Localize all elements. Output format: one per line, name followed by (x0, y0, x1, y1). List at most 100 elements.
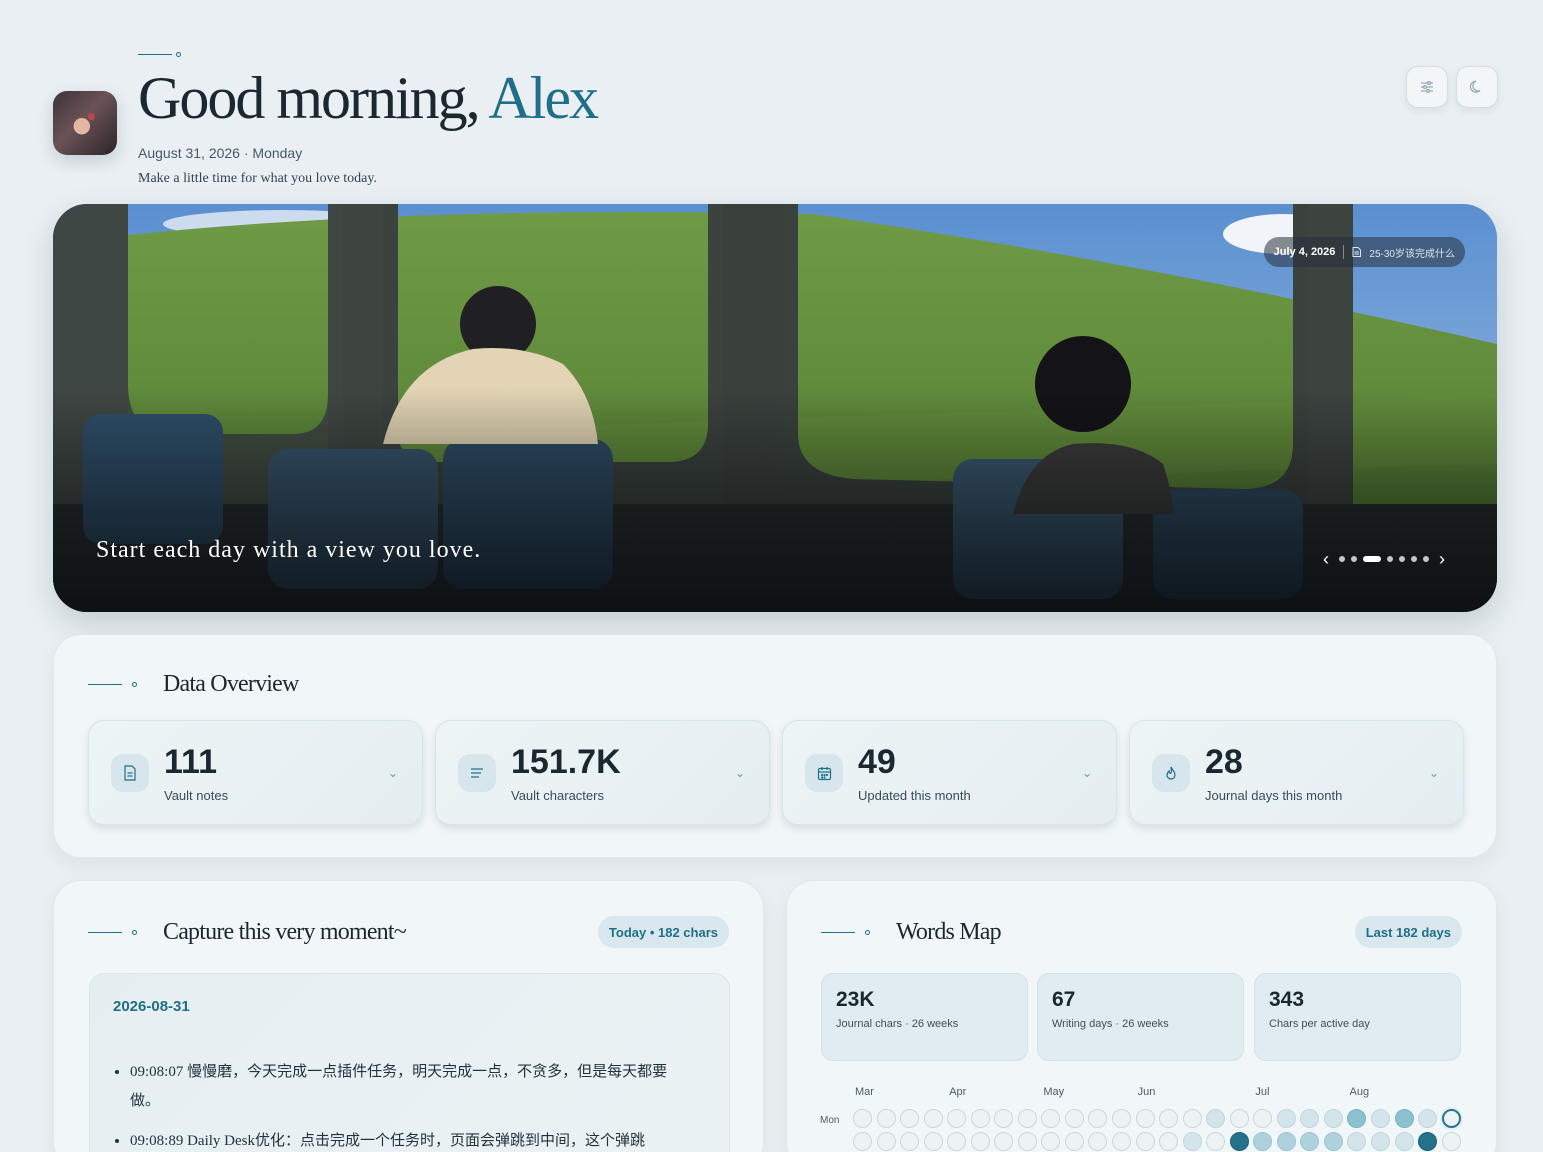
heatmap-cell[interactable] (1323, 1109, 1343, 1128)
settings-button[interactable] (1406, 66, 1448, 108)
greeting-prefix: Good morning, (138, 65, 481, 131)
stat-value: 28 (1205, 743, 1243, 781)
heading-line (821, 932, 855, 933)
words-stat-chars-per-day: 343 Chars per active day (1254, 973, 1461, 1061)
journal-entry-card[interactable]: 2026-08-31 09:08:07 慢慢磨，今天完成一点插件任务，明天完成一… (89, 973, 730, 1152)
slide-dot-active[interactable] (1363, 556, 1381, 562)
heatmap-cell[interactable] (1229, 1109, 1249, 1128)
current-date: August 31, 2026 · Monday (138, 145, 303, 161)
heatmap-cell-today[interactable] (1441, 1109, 1461, 1128)
stat-card-updated-this-month[interactable]: 49 Updated this month ⌄ (782, 720, 1117, 825)
slide-dot[interactable] (1387, 556, 1393, 562)
heatmap-cell[interactable] (876, 1132, 896, 1151)
heatmap-cell[interactable] (1441, 1132, 1461, 1151)
heatmap-cell[interactable] (1182, 1132, 1202, 1151)
text-lines-icon (471, 768, 483, 778)
chevron-down-icon[interactable]: ⌄ (735, 766, 745, 780)
chevron-down-icon[interactable]: ⌄ (388, 766, 398, 780)
stat-label: Updated this month (858, 788, 971, 803)
heatmap-cell[interactable] (1135, 1132, 1155, 1151)
hero-note-chip[interactable]: July 4, 2026 25-30岁该完成什么 (1263, 237, 1465, 267)
heatmap-cell[interactable] (1159, 1132, 1179, 1151)
heatmap-cell[interactable] (876, 1109, 896, 1128)
stat-card-journal-days[interactable]: 28 Journal days this month ⌄ (1129, 720, 1464, 825)
heatmap-month-label: Jun (1137, 1086, 1156, 1098)
chevron-down-icon[interactable]: ⌄ (1429, 766, 1439, 780)
hero-chip-date: July 4, 2026 (1273, 246, 1336, 258)
heatmap-cell[interactable] (947, 1109, 967, 1128)
slide-dot[interactable] (1339, 556, 1345, 562)
heatmap-cell[interactable] (1418, 1132, 1438, 1151)
slide-dot[interactable] (1399, 556, 1405, 562)
heatmap-cell[interactable] (1394, 1132, 1414, 1151)
heatmap-cell[interactable] (1112, 1109, 1132, 1128)
heatmap-cell[interactable] (1300, 1109, 1320, 1128)
previous-slide-button[interactable]: ‹ (1319, 550, 1333, 568)
heatmap-cell[interactable] (994, 1109, 1014, 1128)
stat-icon-wrap (1152, 754, 1190, 792)
avatar[interactable] (53, 91, 117, 155)
slide-dot[interactable] (1423, 556, 1429, 562)
flame-icon (1166, 766, 1176, 780)
heatmap-cell[interactable] (923, 1109, 943, 1128)
heatmap-cell[interactable] (923, 1132, 943, 1151)
slide-dot[interactable] (1351, 556, 1357, 562)
heatmap-cell[interactable] (994, 1132, 1014, 1151)
stat-card-vault-characters[interactable]: 151.7K Vault characters ⌄ (435, 720, 770, 825)
heatmap-cell[interactable] (1371, 1109, 1391, 1128)
journal-entry-date: 2026-08-31 (113, 998, 190, 1015)
heatmap-cell[interactable] (1276, 1109, 1296, 1128)
theme-toggle-button[interactable] (1456, 66, 1498, 108)
heatmap-cell[interactable] (1041, 1109, 1061, 1128)
heatmap-cell[interactable] (947, 1132, 967, 1151)
heatmap-grid (853, 1109, 1461, 1151)
heatmap-cell[interactable] (1347, 1132, 1367, 1151)
heatmap-cell[interactable] (1276, 1132, 1296, 1151)
heatmap-cell[interactable] (1347, 1109, 1367, 1128)
heatmap-cell[interactable] (1017, 1132, 1037, 1151)
words-heatmap: Mar Apr May Jun Jul Aug Mon (820, 1086, 1470, 1152)
heatmap-cell[interactable] (1418, 1109, 1438, 1128)
capture-title: Capture this very moment~ (163, 919, 407, 945)
header-decoration (138, 52, 181, 57)
heatmap-cell[interactable] (1229, 1132, 1249, 1151)
heatmap-cell[interactable] (1182, 1109, 1202, 1128)
heatmap-cell[interactable] (1253, 1132, 1273, 1151)
words-stat-label: Writing days · 26 weeks (1052, 1018, 1169, 1030)
heatmap-cell[interactable] (1253, 1109, 1273, 1128)
heatmap-cell[interactable] (970, 1109, 990, 1128)
heatmap-cell[interactable] (1159, 1109, 1179, 1128)
chevron-down-icon[interactable]: ⌄ (1082, 766, 1092, 780)
slide-dot[interactable] (1411, 556, 1417, 562)
capture-panel: Capture this very moment~ Today • 182 ch… (53, 880, 764, 1152)
next-slide-button[interactable]: › (1435, 550, 1449, 568)
heatmap-cell[interactable] (1371, 1132, 1391, 1151)
heatmap-cell[interactable] (1206, 1132, 1226, 1151)
heatmap-cell[interactable] (1088, 1132, 1108, 1151)
words-stat-journal-chars: 23K Journal chars · 26 weeks (821, 973, 1028, 1061)
heatmap-day-label: Mon (820, 1115, 840, 1126)
heatmap-cell[interactable] (853, 1109, 872, 1128)
hero-banner[interactable]: July 4, 2026 25-30岁该完成什么 Start each day … (53, 204, 1497, 612)
heatmap-cell[interactable] (1064, 1109, 1084, 1128)
heatmap-cell[interactable] (1323, 1132, 1343, 1151)
words-map-heading: Words Map (821, 919, 1002, 946)
heatmap-cell[interactable] (1300, 1132, 1320, 1151)
heatmap-cell[interactable] (1206, 1109, 1226, 1128)
heatmap-cell[interactable] (900, 1109, 920, 1128)
heatmap-cell[interactable] (1041, 1132, 1061, 1151)
heatmap-cell[interactable] (1064, 1132, 1084, 1151)
header: Good morning, Alex August 31, 2026 · Mon… (53, 40, 1498, 195)
heatmap-cell[interactable] (853, 1132, 872, 1151)
heatmap-cell[interactable] (1135, 1109, 1155, 1128)
heatmap-cell[interactable] (970, 1132, 990, 1151)
stat-card-vault-notes[interactable]: 111 Vault notes ⌄ (88, 720, 423, 825)
words-stat-label: Chars per active day (1269, 1018, 1370, 1030)
heatmap-cell[interactable] (1088, 1109, 1108, 1128)
heatmap-cell[interactable] (900, 1132, 920, 1151)
words-stat-value: 343 (1269, 988, 1305, 1011)
heatmap-cell[interactable] (1017, 1109, 1037, 1128)
heatmap-cell[interactable] (1394, 1109, 1414, 1128)
file-icon (1352, 247, 1362, 257)
heatmap-cell[interactable] (1112, 1132, 1132, 1151)
